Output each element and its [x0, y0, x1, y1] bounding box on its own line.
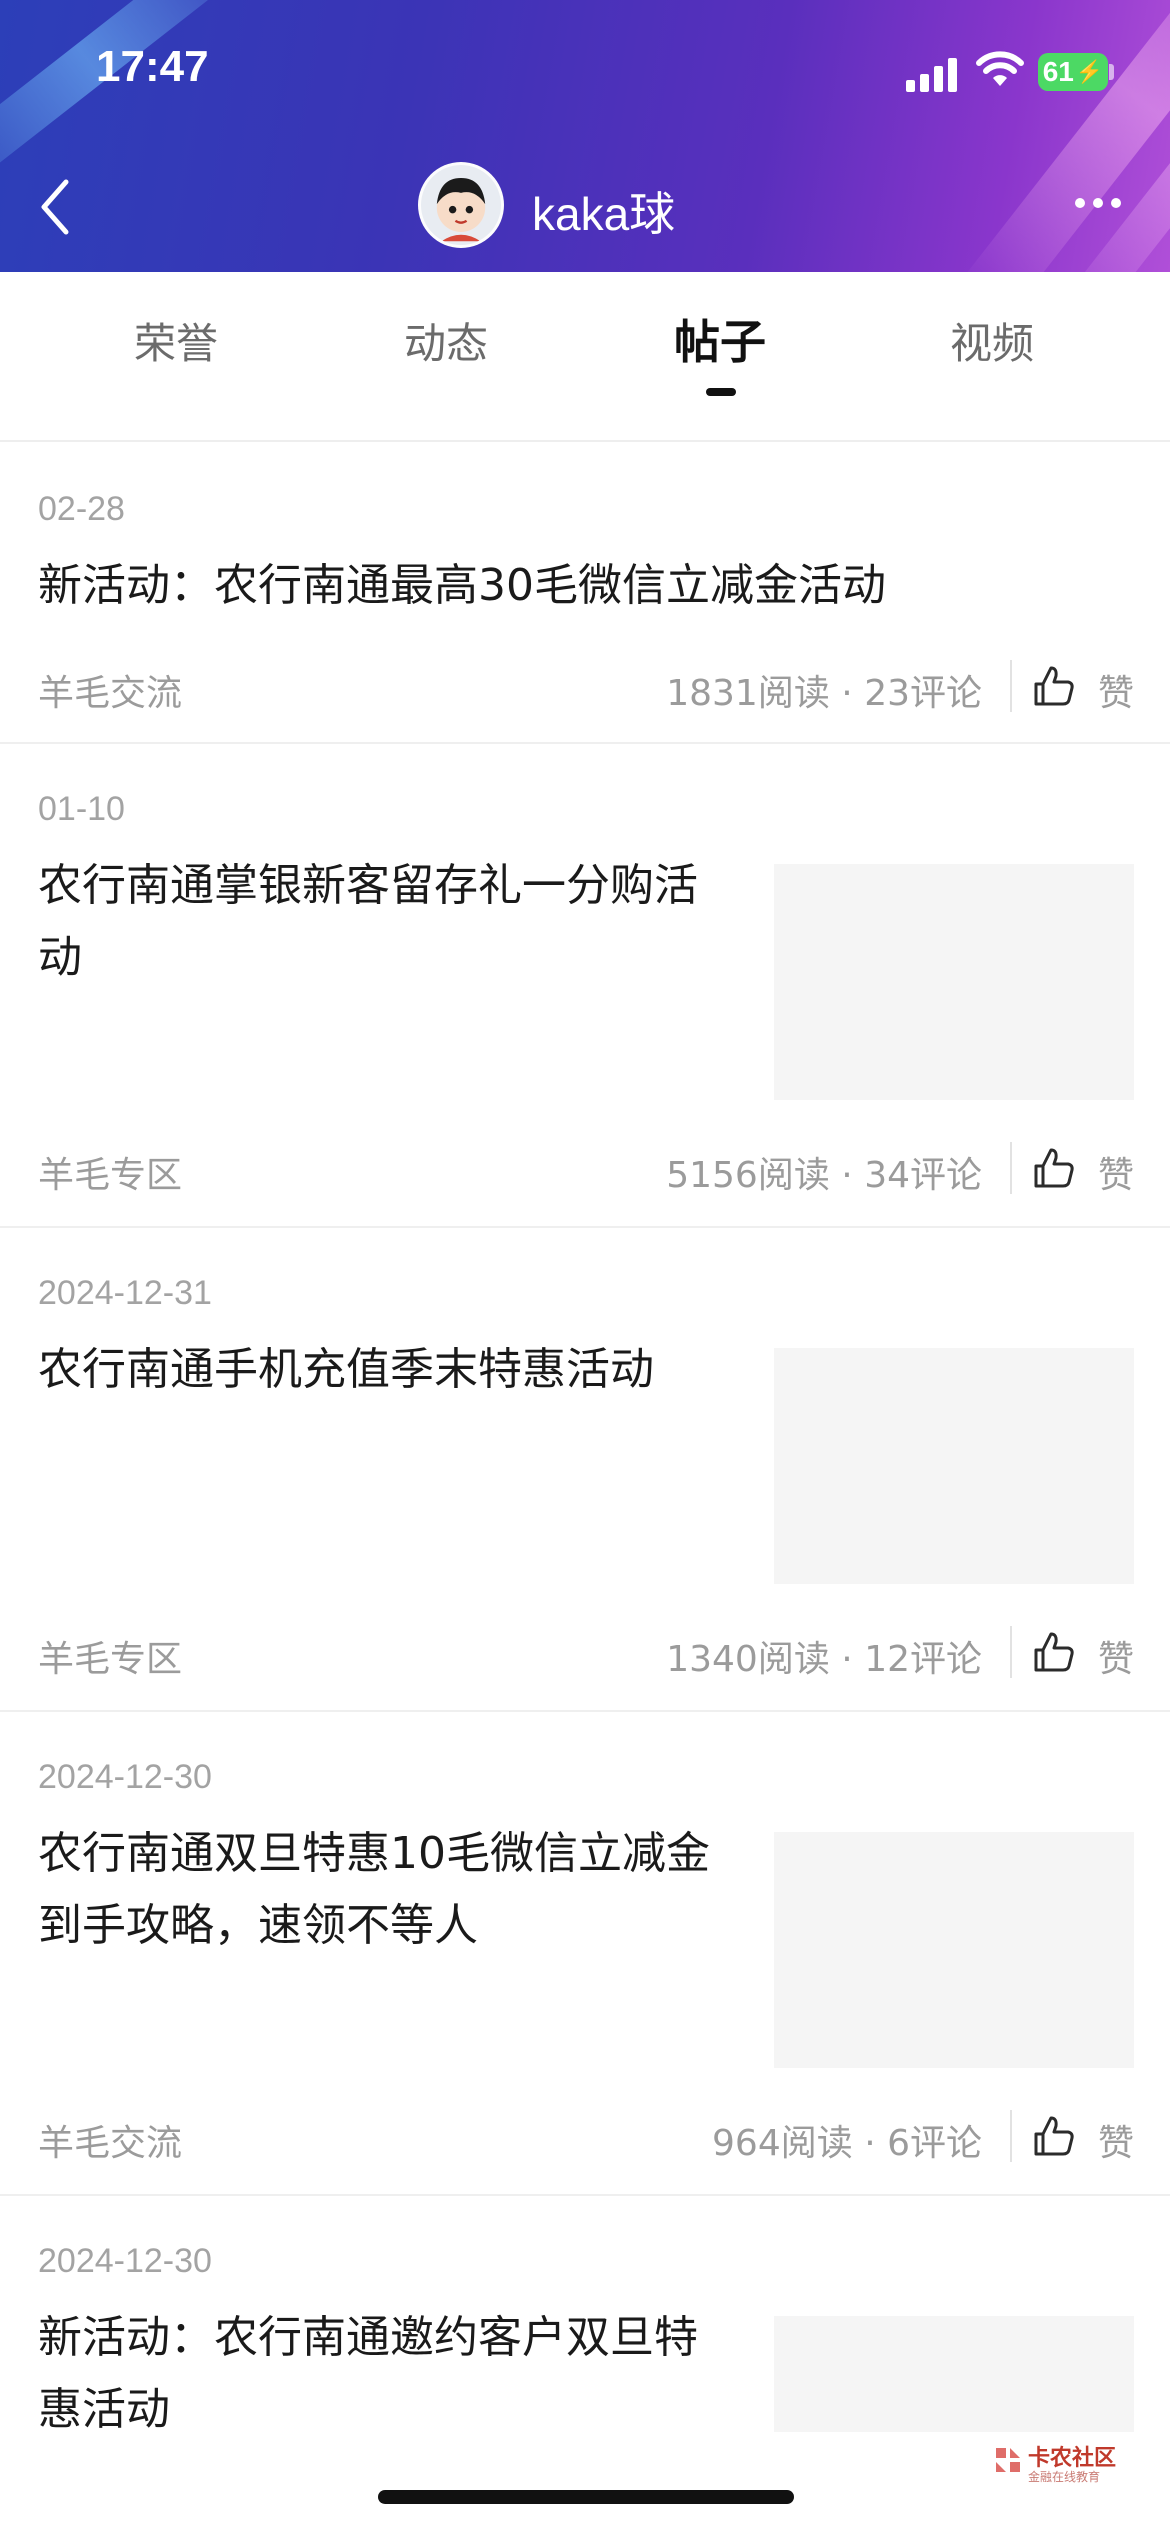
post-date: 2024-12-30 [38, 2242, 212, 2280]
stats-separator [1010, 1142, 1012, 1194]
cellular-signal-icon [906, 56, 958, 92]
post-title[interactable]: 新活动：农行南通最高30毛微信立减金活动 [38, 550, 1138, 622]
comment-count: 23评论 [864, 673, 982, 714]
post-thumbnail[interactable] [774, 1832, 1134, 2068]
post-date: 02-28 [38, 490, 125, 528]
thumbs-up-icon[interactable] [1032, 2114, 1076, 2158]
post-item[interactable]: 2024-12-30 农行南通双旦特惠10毛微信立减金到手攻略，速领不等人 羊毛… [0, 1712, 1170, 2194]
back-button[interactable] [30, 172, 80, 242]
post-thumbnail[interactable] [774, 1348, 1134, 1584]
watermark-subtitle: 金融在线教育 [1028, 2470, 1101, 2484]
stats-separator [1010, 2110, 1012, 2162]
tab-activity[interactable]: 动态 [404, 310, 488, 371]
like-label[interactable]: 赞 [1098, 1630, 1134, 1682]
comment-count: 6评论 [887, 2123, 982, 2164]
stats-separator [1010, 1626, 1012, 1678]
thumbs-up-icon[interactable] [1032, 1146, 1076, 1190]
stats-separator [1010, 660, 1012, 712]
post-thumbnail[interactable] [774, 864, 1134, 1100]
read-count: 964阅读 [712, 2123, 853, 2164]
wifi-icon [976, 51, 1024, 86]
like-label[interactable]: 赞 [1098, 664, 1134, 716]
thumbs-up-icon[interactable] [1032, 1630, 1076, 1674]
post-item[interactable]: 2024-12-31 农行南通手机充值季末特惠活动 羊毛专区 1340阅读 · … [0, 1228, 1170, 1710]
post-item[interactable]: 02-28 新活动：农行南通最高30毛微信立减金活动 羊毛交流 1831阅读 ·… [0, 442, 1170, 742]
post-stats: 5156阅读 · 34评论 [666, 1155, 982, 1196]
like-label[interactable]: 赞 [1098, 2114, 1134, 2166]
tab-videos[interactable]: 视频 [950, 310, 1034, 371]
avatar-image [436, 178, 486, 242]
post-item[interactable]: 01-10 农行南通掌银新客留存礼一分购活动 羊毛专区 5156阅读 · 34评… [0, 744, 1170, 1226]
dot-icon [1111, 198, 1121, 208]
post-stats: 964阅读 · 6评论 [712, 2123, 982, 2164]
post-stats: 1831阅读 · 23评论 [666, 673, 982, 714]
more-options-button[interactable] [1075, 198, 1135, 218]
post-category[interactable]: 羊毛交流 [38, 2114, 182, 2166]
profile-name[interactable]: kaka球 [532, 178, 675, 244]
watermark-icon [996, 2448, 1020, 2472]
read-count: 1340阅读 [666, 1639, 830, 1680]
home-indicator[interactable] [378, 2490, 794, 2504]
post-thumbnail[interactable] [774, 2316, 1134, 2432]
profile-header: 17:47 61 ⚡ kaka球 [0, 0, 1170, 272]
tab-honor[interactable]: 荣誉 [134, 310, 218, 371]
post-date: 2024-12-30 [38, 1758, 212, 1796]
avatar[interactable] [418, 162, 504, 248]
active-tab-indicator [706, 388, 736, 396]
dot-icon [1075, 198, 1085, 208]
post-title[interactable]: 农行南通手机充值季末特惠活动 [38, 1334, 738, 1406]
comment-count: 12评论 [864, 1639, 982, 1680]
watermark-logo: 卡农社区 金融在线教育 [988, 2438, 1168, 2498]
status-time: 17:47 [96, 42, 209, 91]
battery-tip [1109, 64, 1114, 80]
post-title[interactable]: 农行南通双旦特惠10毛微信立减金到手攻略，速领不等人 [38, 1818, 738, 1962]
tab-posts[interactable]: 帖子 [674, 306, 766, 372]
post-title[interactable]: 新活动：农行南通邀约客户双旦特惠活动 [38, 2302, 738, 2446]
thumbs-up-icon[interactable] [1032, 664, 1076, 708]
dot-icon [1093, 198, 1103, 208]
post-stats: 1340阅读 · 12评论 [666, 1639, 982, 1680]
read-count: 5156阅读 [666, 1155, 830, 1196]
comment-count: 34评论 [864, 1155, 982, 1196]
post-title[interactable]: 农行南通掌银新客留存礼一分购活动 [38, 850, 738, 994]
battery-icon: 61 ⚡ [1038, 53, 1108, 91]
post-date: 2024-12-31 [38, 1274, 212, 1312]
post-category[interactable]: 羊毛交流 [38, 664, 182, 716]
post-date: 01-10 [38, 790, 125, 828]
post-category[interactable]: 羊毛专区 [38, 1146, 182, 1198]
post-category[interactable]: 羊毛专区 [38, 1630, 182, 1682]
like-label[interactable]: 赞 [1098, 1146, 1134, 1198]
read-count: 1831阅读 [666, 673, 830, 714]
battery-level: 61 [1042, 56, 1074, 87]
tab-bar: 荣誉 动态 帖子 视频 [0, 272, 1170, 400]
